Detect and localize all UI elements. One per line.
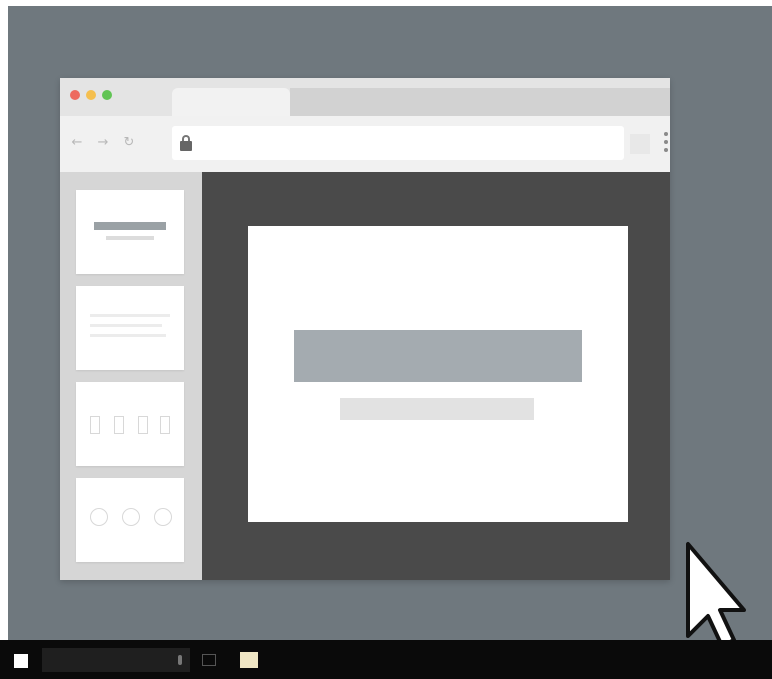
slide-thumbnail-4[interactable] bbox=[76, 478, 184, 562]
file-explorer-icon[interactable] bbox=[240, 652, 258, 668]
thumbnail-column bbox=[114, 416, 124, 434]
forward-icon[interactable]: → bbox=[96, 136, 110, 150]
browser-titlebar bbox=[60, 78, 670, 116]
taskbar-search-box[interactable] bbox=[42, 648, 190, 672]
tab-strip bbox=[290, 88, 670, 116]
extension-button[interactable] bbox=[630, 134, 650, 154]
slides-panel bbox=[60, 172, 202, 580]
thumbnail-title-placeholder bbox=[94, 222, 166, 230]
slide-thumbnail-3[interactable] bbox=[76, 382, 184, 466]
thumbnail-circle bbox=[154, 508, 172, 526]
slide-editor bbox=[202, 172, 670, 580]
thumbnail-text-line bbox=[90, 324, 162, 327]
browser-toolbar: ← → ↻ bbox=[60, 116, 670, 172]
thumbnail-circle bbox=[122, 508, 140, 526]
browser-tab[interactable] bbox=[172, 88, 290, 116]
slide-title-placeholder[interactable] bbox=[294, 330, 582, 382]
zoom-window-icon[interactable] bbox=[102, 90, 112, 100]
thumbnail-subtitle-placeholder bbox=[106, 236, 154, 240]
slide-thumbnail-1[interactable] bbox=[76, 190, 184, 274]
microphone-icon[interactable] bbox=[178, 655, 182, 665]
desktop: ← → ↻ bbox=[8, 6, 772, 648]
thumbnail-text-line bbox=[90, 314, 170, 317]
windows-start-icon[interactable] bbox=[14, 654, 28, 668]
thumbnail-column bbox=[90, 416, 100, 434]
current-slide[interactable] bbox=[248, 226, 628, 522]
close-window-icon[interactable] bbox=[70, 90, 80, 100]
minimize-window-icon[interactable] bbox=[86, 90, 96, 100]
address-bar[interactable] bbox=[172, 126, 624, 160]
browser-window: ← → ↻ bbox=[60, 78, 670, 580]
thumbnail-text-line bbox=[90, 334, 166, 337]
kebab-menu-icon[interactable] bbox=[664, 132, 668, 156]
mouse-pointer-icon bbox=[686, 542, 746, 648]
slide-thumbnail-2[interactable] bbox=[76, 286, 184, 370]
back-icon[interactable]: ← bbox=[70, 136, 84, 150]
thumbnail-circle bbox=[90, 508, 108, 526]
task-view-icon[interactable] bbox=[202, 654, 216, 666]
reload-icon[interactable]: ↻ bbox=[122, 136, 136, 150]
thumbnail-column bbox=[138, 416, 148, 434]
thumbnail-column bbox=[160, 416, 170, 434]
slide-subtitle-placeholder[interactable] bbox=[340, 398, 534, 420]
lock-icon bbox=[180, 135, 192, 151]
taskbar bbox=[0, 640, 772, 679]
